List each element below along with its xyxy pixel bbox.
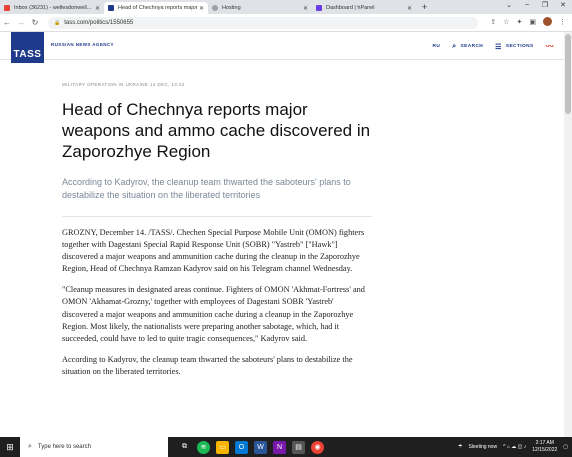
windows-start-icon[interactable]: ⊞ <box>0 442 20 453</box>
paragraph: GROZNY, December 14. /TASS/. Chechen Spe… <box>62 228 365 274</box>
divider <box>62 216 372 217</box>
minimize-icon[interactable]: – <box>518 1 536 9</box>
article: MILITARY OPERATION IN UKRAINE 14 DEC, 13… <box>62 82 372 387</box>
paragraph: "Cleanup measures in designated areas co… <box>62 285 365 343</box>
hosting-icon <box>212 5 218 11</box>
sections-label: SECTIONS <box>505 44 534 49</box>
clock[interactable]: 2:17 AM 12/15/2022 <box>532 440 557 454</box>
avatar[interactable] <box>543 17 552 26</box>
tass-icon <box>108 5 114 11</box>
browser-tab-bar: Inbox (36231) - wellesdonwell... ✕ Head … <box>0 0 572 14</box>
tab-hosting[interactable]: Hosting ✕ <box>208 2 312 14</box>
weather-text[interactable]: Sleeting now <box>468 444 497 450</box>
onenote-icon[interactable]: N <box>273 440 286 454</box>
search-icon: ⌕ <box>452 42 457 50</box>
hamburger-icon: ☰ <box>495 43 502 51</box>
files-icon[interactable]: ▤ <box>292 440 305 454</box>
close-icon[interactable]: ✕ <box>199 5 204 12</box>
search-label: SEARCH <box>460 44 484 49</box>
lock-icon: 🔒 <box>54 19 61 26</box>
article-title: Head of Chechnya reports major weapons a… <box>62 100 371 161</box>
close-icon[interactable]: ✕ <box>95 5 100 12</box>
tab-tass[interactable]: Head of Chechnya reports major ✕ <box>104 2 208 14</box>
notification-icon[interactable]: ▢ <box>563 444 568 450</box>
tab-hpanel[interactable]: Dashboard | hPanel ✕ <box>312 2 416 14</box>
task-view-icon[interactable]: ⧉ <box>178 441 191 454</box>
taskbar-search[interactable]: ⌕ Type here to search <box>20 437 168 457</box>
gmail-icon <box>4 5 10 11</box>
outlook-icon[interactable]: O <box>235 440 248 454</box>
tab-title: Inbox (36231) - wellesdonwell... <box>14 5 92 11</box>
taskbar-apps: ⧉ ≋ ▭ O W N ▤ ◉ <box>178 440 324 454</box>
taskbar-search-placeholder: Type here to search <box>37 444 91 450</box>
time: 2:17 AM <box>535 440 554 446</box>
site-header: TASS RUSSIAN NEWS AGENCY RU ⌕ SEARCH ☰ S… <box>0 32 564 63</box>
reload-icon[interactable]: ↻ <box>28 18 42 27</box>
address-bar-row: ← → ↻ 🔒 tass.com/politics/1550655 ⇪ ☆ ✦ … <box>0 14 572 32</box>
sections-button[interactable]: ☰ SECTIONS <box>495 43 533 51</box>
article-lead: According to Kadyrov, the cleanup team t… <box>62 177 351 200</box>
star-icon[interactable]: ☆ <box>503 18 509 26</box>
browser-extensions: ⇪ ☆ ✦ ▣ ⋮ <box>490 17 566 26</box>
spotify-icon[interactable]: ≋ <box>197 440 210 454</box>
puzzle-icon[interactable]: ✦ <box>517 18 523 26</box>
tab-title: Dashboard | hPanel <box>326 5 375 11</box>
share-icon[interactable]: ⇪ <box>490 18 496 26</box>
agency-name: RUSSIAN NEWS AGENCY <box>51 42 114 47</box>
search-button[interactable]: ⌕ SEARCH <box>452 43 483 51</box>
chevron-down-icon[interactable]: ⌄ <box>500 1 518 9</box>
forward-icon[interactable]: → <box>14 18 28 27</box>
language-link[interactable]: RU <box>432 44 440 49</box>
file-explorer-icon[interactable]: ▭ <box>216 440 229 454</box>
tab-title: Head of Chechnya reports major <box>118 5 198 11</box>
sidebar-icon[interactable]: ▣ <box>529 18 536 26</box>
new-tab-button[interactable]: + <box>422 2 427 12</box>
window-controls: ⌄ – ❐ ✕ <box>500 1 572 9</box>
article-body: GROZNY, December 14. /TASS/. Chechen Spe… <box>62 227 368 378</box>
tray-icons[interactable]: ^ ⌂ ☁ ◫ ♪ <box>503 444 526 450</box>
date: 12/15/2022 <box>532 447 558 453</box>
close-icon[interactable]: ✕ <box>303 5 308 12</box>
search-icon: ⌕ <box>28 443 32 450</box>
chrome-icon[interactable]: ◉ <box>311 440 324 454</box>
back-icon[interactable]: ← <box>0 18 14 27</box>
tass-logo[interactable]: TASS <box>11 32 44 63</box>
hpanel-icon <box>316 5 322 11</box>
trend-icon[interactable]: 〰 <box>546 41 554 52</box>
system-tray: ☂ Sleeting now ^ ⌂ ☁ ◫ ♪ 2:17 AM 12/15/2… <box>458 437 568 457</box>
scrollbar-thumb[interactable] <box>565 34 571 114</box>
url-input[interactable]: 🔒 tass.com/politics/1550655 <box>48 16 478 29</box>
page-scrollbar[interactable] <box>564 32 572 437</box>
maximize-icon[interactable]: ❐ <box>536 1 554 9</box>
close-icon[interactable]: ✕ <box>407 5 412 12</box>
article-meta[interactable]: MILITARY OPERATION IN UKRAINE 14 DEC, 13… <box>62 82 372 87</box>
menu-icon[interactable]: ⋮ <box>559 18 566 26</box>
paragraph: According to Kadyrov, the cleanup team t… <box>62 354 353 376</box>
word-icon[interactable]: W <box>254 440 267 454</box>
url-text: tass.com/politics/1550655 <box>64 19 134 26</box>
close-window-icon[interactable]: ✕ <box>554 1 572 9</box>
windows-taskbar: ⊞ ⌕ Type here to search ⧉ ≋ ▭ O W N ▤ ◉ … <box>0 437 572 457</box>
weather-icon[interactable]: ☂ <box>458 444 462 450</box>
tab-gmail[interactable]: Inbox (36231) - wellesdonwell... ✕ <box>0 2 104 14</box>
header-nav: RU ⌕ SEARCH ☰ SECTIONS 〰 <box>432 41 554 52</box>
tab-title: Hosting <box>222 5 241 11</box>
